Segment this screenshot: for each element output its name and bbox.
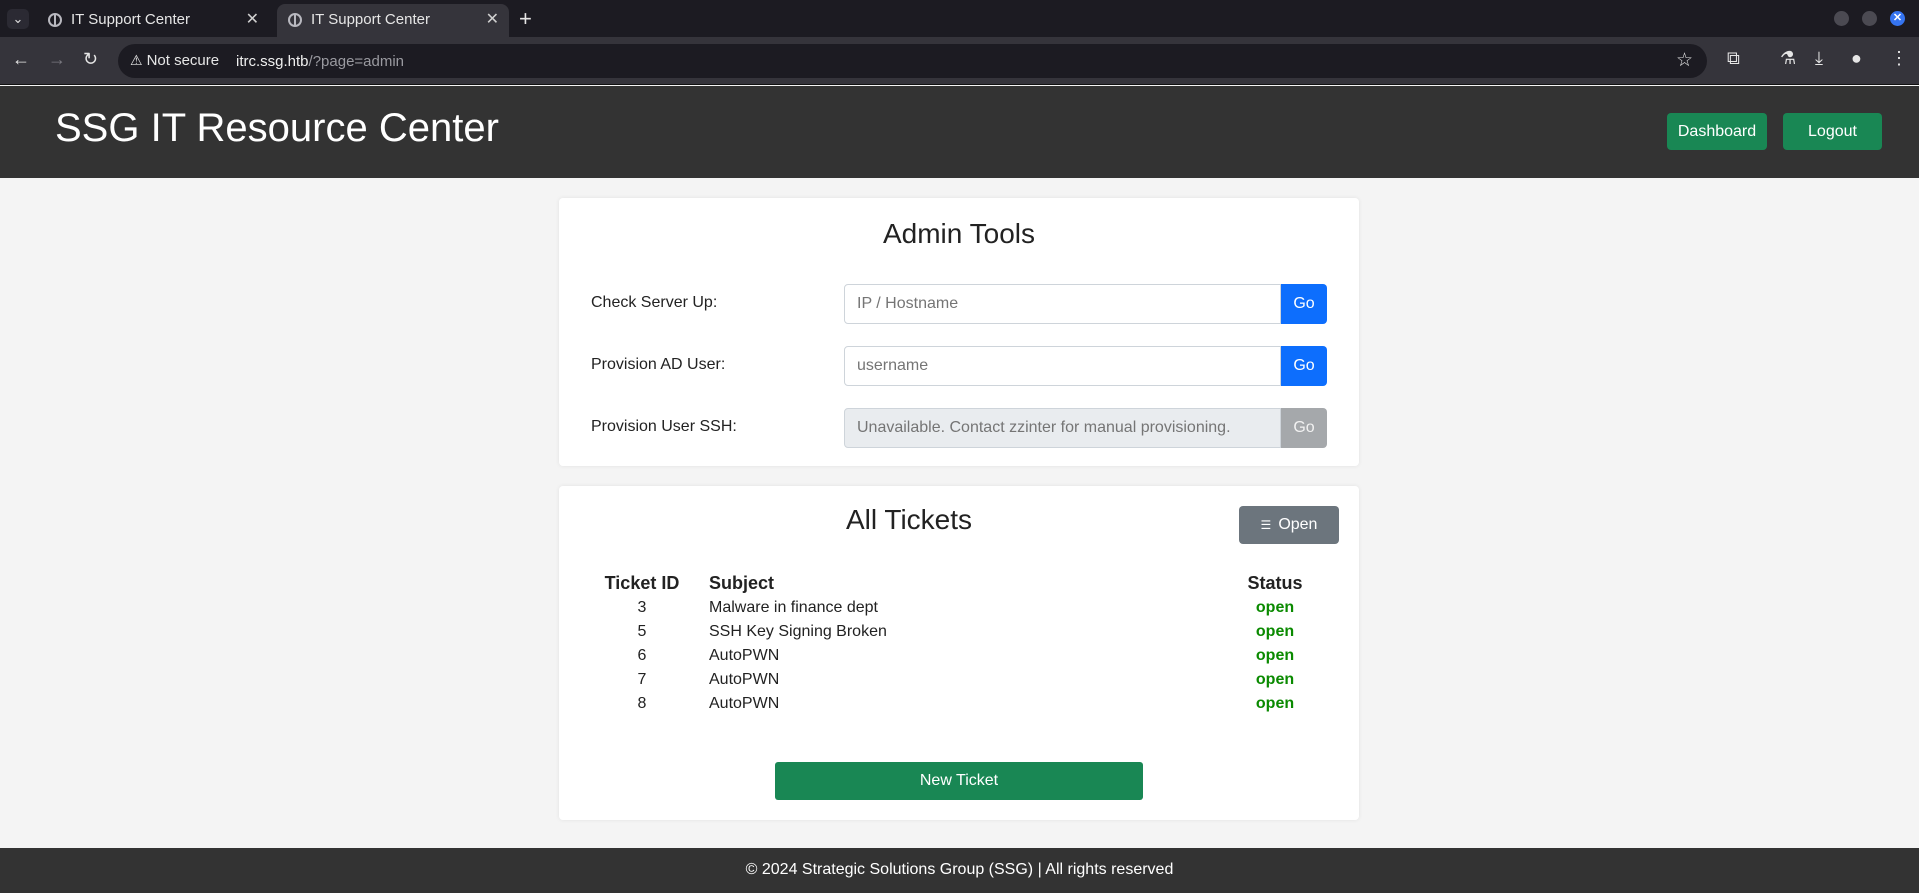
tickets-card: All Tickets ☰ Open Ticket ID Subject Stat… (559, 486, 1359, 820)
ticket-status-cell: open (1255, 623, 1295, 640)
admin-tools-title: Admin Tools (882, 218, 1035, 249)
url-path: /?page=admin (308, 53, 405, 70)
provision-ad-row: Provision AD User: Go (591, 346, 1327, 386)
tab-close-icon[interactable]: ✕ (246, 9, 259, 29)
table-header-row: Ticket ID Subject Status (597, 572, 1325, 596)
security-label: Not secure (146, 52, 220, 69)
ad-username-input[interactable] (844, 346, 1281, 386)
ticket-id-cell: 8 (637, 695, 647, 712)
admin-tools-card: Admin Tools Check Server Up: Go Provisio… (559, 198, 1359, 466)
check-server-go-button[interactable]: Go (1281, 284, 1327, 324)
logout-button[interactable]: Logout (1783, 113, 1882, 150)
ticket-subject-cell[interactable]: Malware in finance dept (687, 596, 1225, 620)
browser-tab[interactable]: IT Support Center ✕ (37, 4, 269, 37)
column-header-status: Status (1247, 573, 1303, 593)
new-ticket-button[interactable]: New Ticket (775, 762, 1143, 800)
provision-ad-label: Provision AD User: (591, 356, 726, 373)
url-text[interactable]: itrc.ssg.htb/?page=admin (236, 53, 404, 70)
table-row[interactable]: 8 AutoPWN open (597, 692, 1325, 716)
globe-icon (288, 13, 302, 27)
menu-kebab-icon[interactable]: ⋮ (1890, 48, 1908, 69)
ticket-id-cell: 3 (637, 599, 647, 616)
table-row[interactable]: 5 SSH Key Signing Broken open (597, 620, 1325, 644)
back-arrow-icon[interactable]: ← (12, 49, 30, 70)
globe-icon (48, 13, 62, 27)
filter-open-button[interactable]: ☰ Open (1239, 506, 1339, 544)
dashboard-button[interactable]: Dashboard (1667, 113, 1767, 150)
ticket-id-cell: 7 (637, 671, 647, 688)
ticket-status-cell: open (1255, 647, 1295, 664)
ticket-subject-cell[interactable]: SSH Key Signing Broken (687, 620, 1225, 644)
tickets-table: Ticket ID Subject Status 3 Malware in fi… (597, 572, 1325, 716)
provision-ssh-row: Provision User SSH: Go (591, 408, 1327, 448)
check-server-row: Check Server Up: Go (591, 284, 1327, 324)
labs-flask-icon[interactable]: ⚗ (1780, 48, 1796, 69)
ticket-status-cell: open (1255, 671, 1295, 688)
profile-icon[interactable]: ● (1851, 48, 1862, 69)
browser-toolbar: ← → ↻ ⚠ Not secure itrc.ssg.htb/?page=adm… (0, 37, 1919, 85)
provision-ssh-label: Provision User SSH: (591, 418, 737, 435)
table-row[interactable]: 6 AutoPWN open (597, 644, 1325, 668)
filter-icon: ☰ (1260, 518, 1272, 532)
browser-tab-strip: ⌄ IT Support Center ✕ IT Support Center … (0, 0, 1919, 37)
column-header-subject: Subject (709, 573, 775, 593)
download-icon[interactable]: ⤓ (1815, 48, 1823, 69)
warning-triangle-icon: ⚠ (130, 52, 143, 68)
window-close-button[interactable]: ✕ (1890, 11, 1905, 26)
address-bar[interactable]: ⚠ Not secure itrc.ssg.htb/?page=admin ☆ (118, 44, 1707, 78)
tab-title: IT Support Center (71, 11, 190, 28)
url-host: itrc.ssg.htb (236, 53, 309, 70)
column-header-ticket-id: Ticket ID (604, 573, 680, 593)
tab-title: IT Support Center (311, 11, 430, 28)
window-minimize-button[interactable] (1834, 11, 1849, 26)
table-row[interactable]: 7 AutoPWN open (597, 668, 1325, 692)
provision-ssh-go-button: Go (1281, 408, 1327, 448)
site-header: SSG IT Resource Center Dashboard Logout (0, 86, 1919, 178)
browser-tab-active[interactable]: IT Support Center ✕ (277, 4, 509, 37)
new-tab-plus-icon[interactable]: + (519, 6, 532, 32)
site-footer: © 2024 Strategic Solutions Group (SSG) |… (0, 848, 1919, 893)
check-server-label: Check Server Up: (591, 294, 718, 311)
filter-label: Open (1278, 516, 1318, 533)
ticket-id-cell: 5 (637, 623, 647, 640)
ticket-subject-cell[interactable]: AutoPWN (687, 692, 1225, 716)
tab-list-chevron-icon[interactable]: ⌄ (7, 9, 29, 29)
footer-text: © 2024 Strategic Solutions Group (SSG) |… (745, 861, 1174, 878)
security-indicator[interactable]: ⚠ Not secure (130, 52, 219, 69)
ticket-subject-cell[interactable]: AutoPWN (687, 668, 1225, 692)
provision-ad-go-button[interactable]: Go (1281, 346, 1327, 386)
tickets-title: All Tickets (845, 504, 973, 535)
forward-arrow-icon[interactable]: → (48, 49, 66, 70)
reload-icon[interactable]: ↻ (83, 49, 98, 70)
table-row[interactable]: 3 Malware in finance dept open (597, 596, 1325, 620)
ticket-status-cell: open (1255, 599, 1295, 616)
ticket-id-cell: 6 (637, 647, 647, 664)
tab-close-icon[interactable]: ✕ (486, 9, 499, 29)
window-maximize-button[interactable] (1862, 11, 1877, 26)
bookmark-star-icon[interactable]: ☆ (1676, 49, 1693, 72)
ticket-status-cell: open (1255, 695, 1295, 712)
site-title: SSG IT Resource Center (55, 106, 499, 150)
server-host-input[interactable] (844, 284, 1281, 324)
ticket-subject-cell[interactable]: AutoPWN (687, 644, 1225, 668)
ssh-provision-input (844, 408, 1281, 448)
extensions-icon[interactable]: ⧉ (1727, 48, 1740, 69)
